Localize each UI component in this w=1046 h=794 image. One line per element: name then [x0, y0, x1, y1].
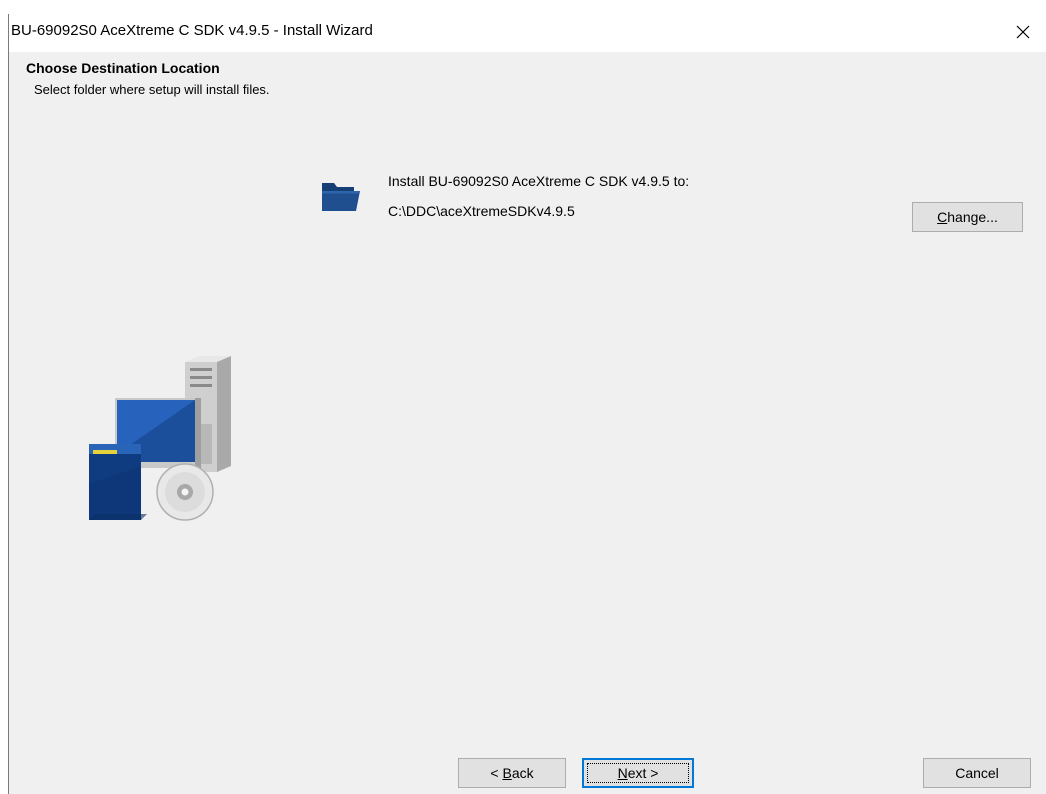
close-button[interactable] — [1000, 14, 1046, 50]
back-button-label: ack — [511, 765, 534, 781]
change-button[interactable]: Change... — [912, 202, 1023, 232]
back-button[interactable]: < Back — [458, 758, 566, 788]
close-icon — [1016, 25, 1030, 39]
destination-label: Install BU-69092S0 AceXtreme C SDK v4.9.… — [388, 173, 690, 189]
setup-computer-illustration — [89, 356, 231, 521]
change-button-mnemonic: C — [937, 209, 948, 225]
title-bar[interactable]: BU-69092S0 AceXtreme C SDK v4.9.5 - Inst… — [9, 14, 1046, 52]
wizard-header: Choose Destination Location Select folde… — [9, 52, 1046, 114]
focus-rectangle — [587, 763, 689, 783]
window-title: BU-69092S0 AceXtreme C SDK v4.9.5 - Inst… — [11, 22, 373, 39]
install-wizard-window: BU-69092S0 AceXtreme C SDK v4.9.5 - Inst… — [8, 14, 1046, 794]
back-button-mnemonic: B — [502, 765, 512, 781]
destination-path: C:\DDC\aceXtremeSDKv4.9.5 — [388, 203, 575, 219]
back-button-prefix: < — [490, 765, 503, 781]
next-button[interactable]: Next > — [582, 758, 694, 788]
page-title: Choose Destination Location — [26, 60, 220, 76]
change-button-label: hange... — [947, 209, 998, 225]
page-subtitle: Select folder where setup will install f… — [34, 82, 270, 97]
folder-icon — [322, 183, 360, 211]
cancel-button[interactable]: Cancel — [923, 758, 1031, 788]
